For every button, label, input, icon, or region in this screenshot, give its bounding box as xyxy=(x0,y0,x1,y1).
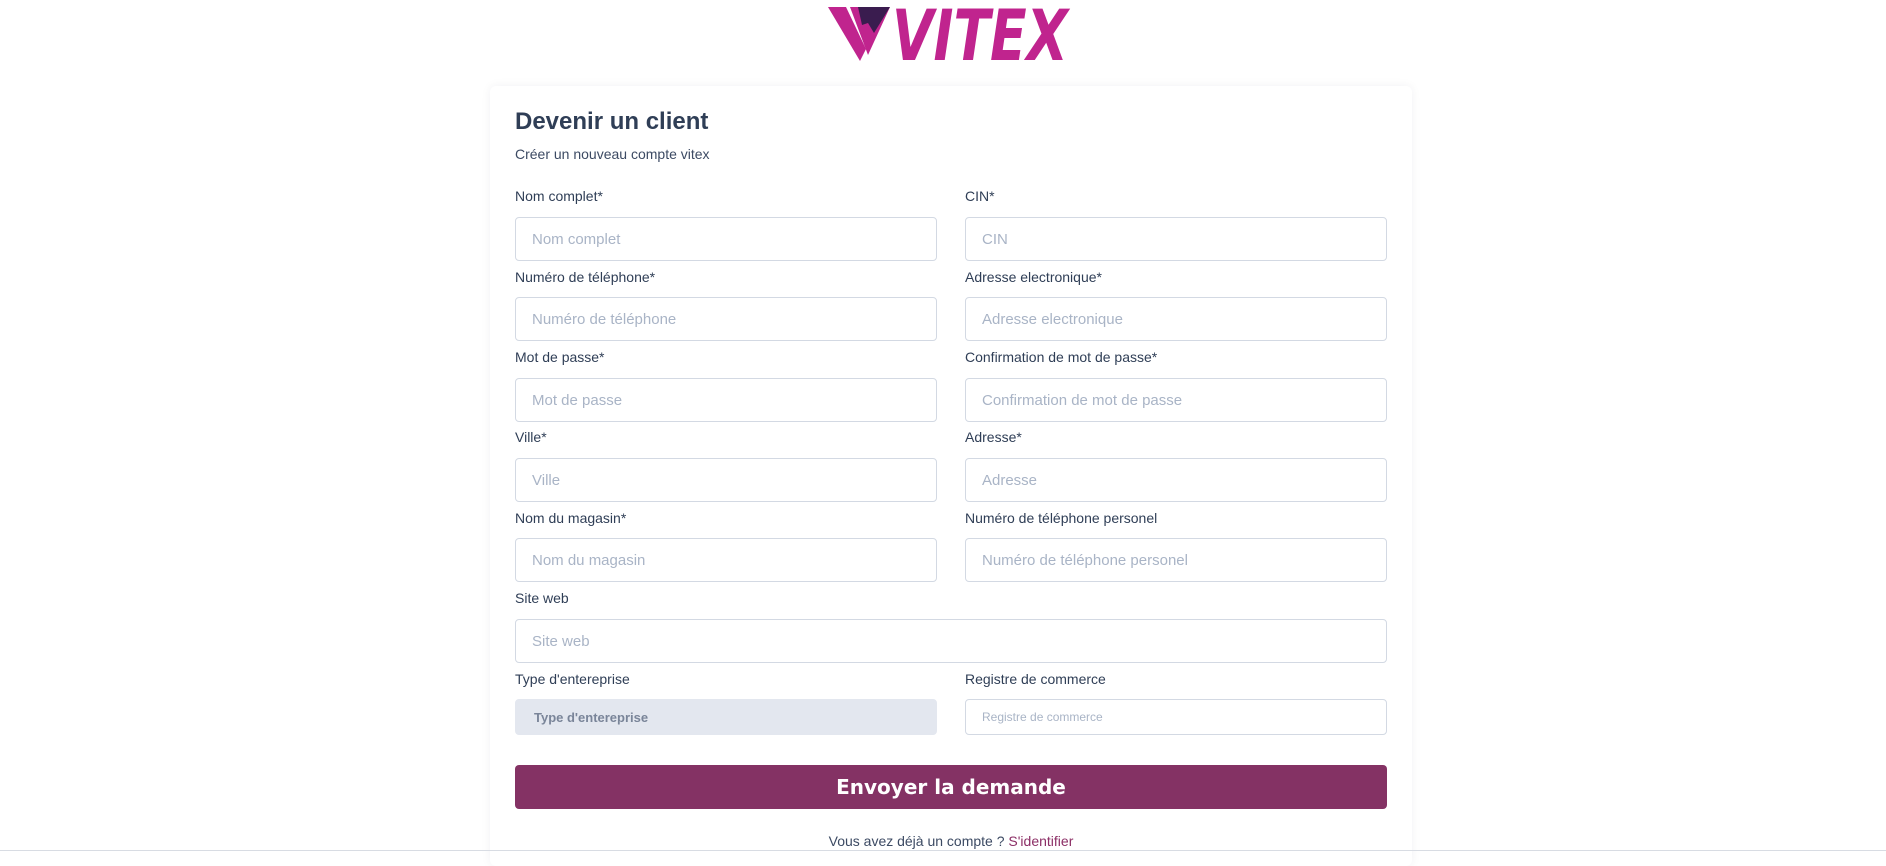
trade-register-input[interactable] xyxy=(965,699,1387,735)
submit-request-button[interactable]: Envoyer la demande xyxy=(515,765,1387,809)
password-label: Mot de passe* xyxy=(515,349,605,365)
cin-input[interactable] xyxy=(965,217,1387,261)
phone-input[interactable] xyxy=(515,297,937,341)
password-input[interactable] xyxy=(515,378,937,422)
login-prompt-text: Vous avez déjà un compte ? xyxy=(828,833,1009,849)
phone-label: Numéro de téléphone* xyxy=(515,269,656,285)
company-type-select[interactable]: Type d'entereprise xyxy=(515,699,937,735)
password-confirm-label: Confirmation de mot de passe* xyxy=(965,349,1158,365)
address-input[interactable] xyxy=(965,458,1387,502)
logo-text: VITEX xyxy=(892,3,1070,63)
personal-phone-input[interactable] xyxy=(965,538,1387,582)
address-label: Adresse* xyxy=(965,429,1022,445)
cin-label: CIN* xyxy=(965,188,995,204)
vitex-logo: VITEX xyxy=(826,0,1074,77)
form-subtitle: Créer un nouveau compte vitex xyxy=(515,146,710,162)
city-input[interactable] xyxy=(515,458,937,502)
page-divider xyxy=(0,850,1886,851)
city-label: Ville* xyxy=(515,429,547,445)
store-name-input[interactable] xyxy=(515,538,937,582)
company-type-label: Type d'entereprise xyxy=(515,671,630,687)
full-name-input[interactable] xyxy=(515,217,937,261)
password-confirm-input[interactable] xyxy=(965,378,1387,422)
registration-card: Devenir un client Créer un nouveau compt… xyxy=(490,86,1412,866)
personal-phone-label: Numéro de téléphone personel xyxy=(965,510,1158,526)
login-prompt: Vous avez déjà un compte ? S'identifier xyxy=(490,833,1412,849)
email-input[interactable] xyxy=(965,297,1387,341)
email-label: Adresse electronique* xyxy=(965,269,1102,285)
full-name-label: Nom complet* xyxy=(515,188,603,204)
login-link[interactable]: S'identifier xyxy=(1008,833,1073,849)
trade-register-label: Registre de commerce xyxy=(965,671,1106,687)
store-name-label: Nom du magasin* xyxy=(515,510,627,526)
company-type-selected: Type d'entereprise xyxy=(534,709,649,725)
form-title: Devenir un client xyxy=(515,108,709,135)
website-label: Site web xyxy=(515,590,569,606)
website-input[interactable] xyxy=(515,619,1387,663)
